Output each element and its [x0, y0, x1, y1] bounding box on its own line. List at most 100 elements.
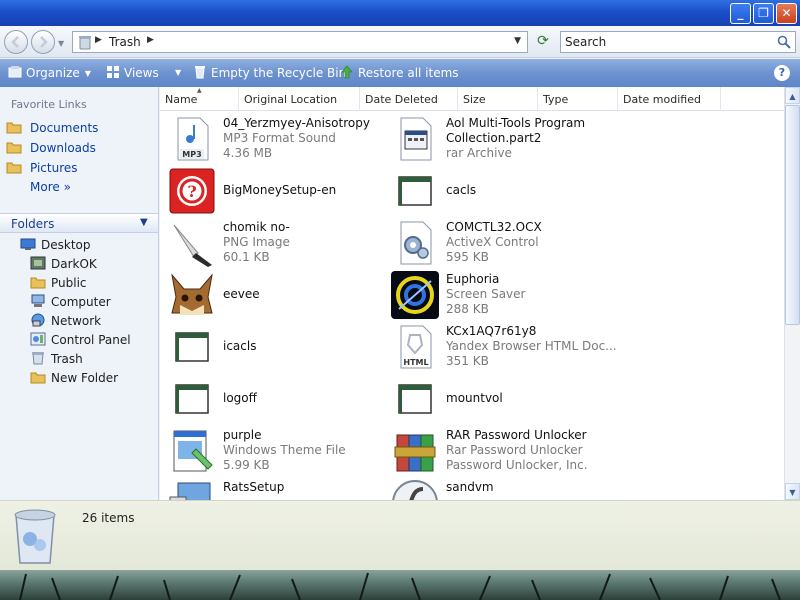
restore-arrow-icon [341, 65, 353, 79]
file-item[interactable]: RAR Password Unlocker Rar Password Unloc… [387, 425, 607, 477]
restore-all-button[interactable]: Restore all items [340, 65, 459, 81]
flash-icon [392, 480, 438, 500]
favorite-pictures[interactable]: Pictures [6, 160, 78, 178]
file-item[interactable]: eevee [164, 269, 384, 321]
column-type[interactable]: Type [538, 87, 618, 110]
file-item[interactable]: MP3 04_Yerzmyey-Anisotropy MP3 Format So… [164, 113, 384, 165]
file-item[interactable]: mountvol [387, 373, 607, 425]
html-file-icon: HTML [400, 325, 432, 369]
tree-item-desktop[interactable]: Desktop [20, 237, 91, 255]
file-item[interactable]: logoff [164, 373, 384, 425]
views-button[interactable]: Views [106, 65, 159, 81]
organize-button[interactable]: Organize ▼ [8, 65, 91, 81]
svg-text:HTML: HTML [403, 358, 428, 367]
file-item[interactable]: Euphoria Screen Saver 288 KB [387, 269, 607, 321]
recycle-bin-icon [14, 509, 56, 564]
search-input[interactable] [565, 35, 765, 49]
recycle-bin-icon [79, 36, 91, 50]
address-box[interactable]: ▶ Trash ▶ ▼ [72, 31, 528, 53]
organize-icon [8, 66, 22, 78]
navigation-pane: Favorite Links Documents Downloads Pictu… [0, 87, 159, 500]
recycle-bin-icon [32, 352, 44, 365]
vertical-scrollbar[interactable]: ▲ ▼ [784, 87, 800, 500]
console-icon [175, 332, 209, 362]
tree-item-darkok[interactable]: DarkOK [30, 256, 97, 274]
views-dropdown-icon[interactable]: ▼ [170, 65, 181, 81]
file-item[interactable]: chomik no- PNG Image 60.1 KB [164, 217, 384, 269]
folders-title: Folders [11, 217, 55, 231]
tree-item-control-panel[interactable]: Control Panel [30, 332, 131, 350]
scrollbar-thumb[interactable] [785, 105, 800, 325]
euphoria-icon [391, 271, 439, 319]
gear-file-icon [400, 221, 432, 265]
back-button[interactable] [4, 30, 28, 54]
tree-item-computer[interactable]: Computer [30, 294, 111, 312]
breadcrumb-arrow-icon[interactable]: ▶ [147, 35, 154, 45]
svg-text:MP3: MP3 [182, 150, 201, 159]
item-count: 26 items [82, 511, 135, 525]
tree-item-new-folder[interactable]: New Folder [30, 370, 118, 388]
bigmoney-icon: ? [169, 168, 215, 214]
close-button[interactable]: ✕ [776, 3, 797, 24]
file-item[interactable]: HTML KCx1AQ7r61y8 Yandex Browser HTML Do… [387, 321, 617, 373]
empty-recycle-bin-label: Empty the Recycle Bin [211, 66, 347, 80]
file-item[interactable]: sandvm [387, 477, 607, 500]
title-bar: _ ❐ ✕ [0, 0, 800, 26]
file-item[interactable]: cacls [387, 165, 607, 217]
file-list: MP3 04_Yerzmyey-Anisotropy MP3 Format So… [160, 111, 784, 500]
scroll-up-icon[interactable]: ▲ [785, 87, 800, 104]
refresh-icon[interactable]: ⟳ [533, 33, 553, 51]
tree-item-public[interactable]: Public [30, 275, 87, 293]
chevron-down-icon[interactable]: ▼ [140, 217, 148, 228]
column-name[interactable]: Name [160, 87, 239, 110]
file-item[interactable]: Aol Multi-Tools Program Collection.part2… [387, 113, 607, 165]
favorite-downloads[interactable]: Downloads [6, 140, 96, 158]
column-date-deleted[interactable]: Date Deleted [360, 87, 458, 110]
desktop-wallpaper [0, 570, 800, 600]
file-item[interactable]: COMCTL32.OCX ActiveX Control 595 KB [387, 217, 607, 269]
column-date-modified[interactable]: Date modified [618, 87, 721, 110]
address-dropdown-icon[interactable]: ▼ [514, 36, 521, 46]
recent-pages-dropdown-icon[interactable]: ▼ [58, 39, 64, 48]
folder-icon [6, 162, 22, 174]
maximize-button[interactable]: ❐ [753, 3, 774, 24]
minimize-button[interactable]: _ [730, 3, 751, 24]
column-size[interactable]: Size [458, 87, 538, 110]
tree-item-trash[interactable]: Trash [30, 351, 83, 369]
eevee-icon [168, 271, 216, 319]
search-box [560, 31, 796, 53]
folder-icon [6, 142, 22, 154]
file-item[interactable]: RatsSetup [164, 477, 384, 500]
views-icon [107, 66, 119, 78]
network-icon [31, 313, 45, 327]
file-item[interactable]: ? BigMoneySetup-en [164, 165, 384, 217]
folder-icon [30, 372, 46, 384]
control-panel-icon [30, 332, 46, 346]
theme-icon [173, 430, 213, 472]
user-folder-icon [30, 256, 46, 270]
search-icon[interactable] [777, 35, 791, 49]
knife-icon [173, 224, 212, 267]
details-pane: 26 items [0, 500, 800, 570]
breadcrumb-trash[interactable]: Trash [109, 35, 141, 49]
folders-header[interactable]: Folders ▼ [0, 213, 158, 233]
organize-label: Organize [26, 66, 80, 80]
scroll-down-icon[interactable]: ▼ [785, 483, 800, 500]
winrar-icon [394, 434, 436, 472]
file-item[interactable]: purple Windows Theme File 5.99 KB [164, 425, 384, 477]
empty-recycle-bin-button[interactable]: Empty the Recycle Bin [193, 65, 346, 81]
tree-item-network[interactable]: Network [30, 313, 101, 331]
views-label: Views [124, 66, 159, 80]
more-favorites-link[interactable]: More » [30, 180, 71, 194]
grass-wallpaper-image [19, 572, 781, 600]
back-arrow-icon [11, 36, 19, 48]
column-original-location[interactable]: Original Location [239, 87, 360, 110]
mp3-icon: MP3 [177, 117, 209, 161]
forward-button[interactable] [31, 30, 55, 54]
favorite-documents[interactable]: Documents [6, 120, 98, 138]
restore-all-label: Restore all items [358, 66, 459, 80]
breadcrumb-arrow-icon[interactable]: ▶ [95, 35, 102, 45]
help-icon[interactable]: ? [774, 65, 790, 81]
file-item[interactable]: icacls [164, 321, 384, 373]
svg-text:?: ? [187, 182, 196, 201]
